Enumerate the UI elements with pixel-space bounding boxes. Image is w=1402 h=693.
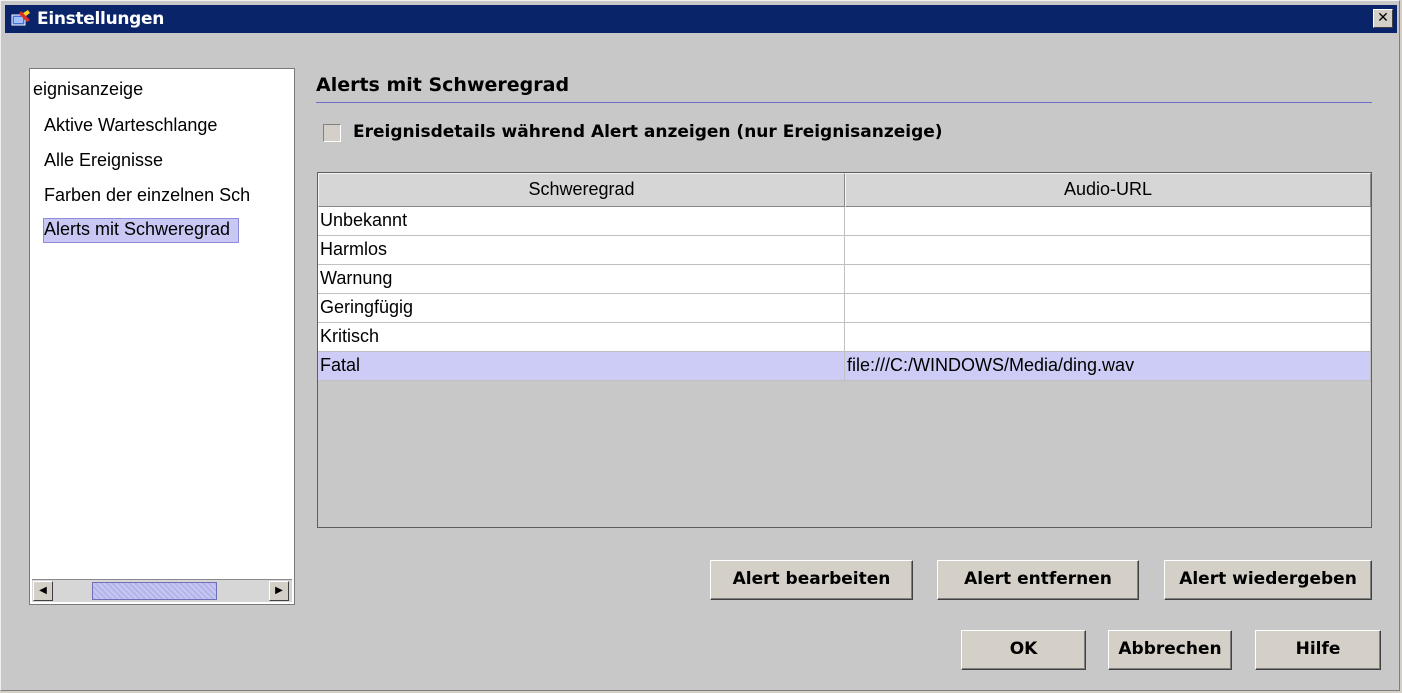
section-divider: [316, 102, 1372, 103]
table-row[interactable]: Harmlos: [318, 236, 1371, 265]
audio-url-cell: file:///C:/WINDOWS/Media/ding.wav: [845, 352, 1371, 381]
window-title: Einstellungen: [37, 9, 165, 29]
app-icon: [11, 10, 31, 28]
scroll-left-button[interactable]: ◀: [33, 581, 53, 601]
scroll-thumb[interactable]: [92, 582, 217, 600]
help-button[interactable]: Hilfe: [1255, 630, 1381, 670]
arrow-left-icon: ◀: [39, 585, 47, 596]
play-alert-button[interactable]: Alert wiedergeben: [1164, 560, 1372, 600]
column-header-severity[interactable]: Schweregrad: [318, 173, 845, 207]
severity-cell: Geringfügig: [318, 294, 845, 323]
column-header-audio-url[interactable]: Audio-URL: [845, 173, 1371, 207]
audio-url-cell: [845, 294, 1371, 323]
section-title: Alerts mit Schweregrad: [316, 74, 570, 96]
nav-root-item[interactable]: eignisanzeige: [33, 79, 143, 100]
table-row[interactable]: Unbekannt: [318, 207, 1371, 236]
settings-dialog: Einstellungen ✕ eignisanzeige Aktive War…: [0, 0, 1400, 691]
audio-url-cell: [845, 207, 1371, 236]
audio-url-cell: [845, 323, 1371, 352]
ok-button[interactable]: OK: [961, 630, 1086, 670]
nav-item-all-events[interactable]: Alle Ereignisse: [44, 150, 163, 171]
remove-alert-button[interactable]: Alert entfernen: [937, 560, 1139, 600]
severity-cell: Kritisch: [318, 323, 845, 352]
table-row[interactable]: Geringfügig: [318, 294, 1371, 323]
nav-item-colors[interactable]: Farben der einzelnen Sch: [44, 185, 250, 206]
audio-url-cell: [845, 265, 1371, 294]
show-details-checkbox[interactable]: [323, 124, 341, 142]
severity-cell: Unbekannt: [318, 207, 845, 236]
nav-item-active-queue[interactable]: Aktive Warteschlange: [44, 115, 217, 136]
settings-nav-tree[interactable]: eignisanzeige Aktive Warteschlange Alle …: [29, 68, 295, 605]
table-row-selected[interactable]: Fatal file:///C:/WINDOWS/Media/ding.wav: [318, 352, 1371, 381]
table-header: Schweregrad Audio-URL: [318, 173, 1371, 207]
audio-url-cell: [845, 236, 1371, 265]
title-bar[interactable]: Einstellungen ✕: [5, 5, 1397, 33]
nav-item-severity-alerts[interactable]: Alerts mit Schweregrad: [43, 218, 240, 243]
table-row[interactable]: Warnung: [318, 265, 1371, 294]
close-icon: ✕: [1377, 10, 1389, 26]
cancel-button[interactable]: Abbrechen: [1108, 630, 1232, 670]
severity-cell: Warnung: [318, 265, 845, 294]
table-row[interactable]: Kritisch: [318, 323, 1371, 352]
scroll-right-button[interactable]: ▶: [269, 581, 289, 601]
close-button[interactable]: ✕: [1373, 9, 1393, 28]
edit-alert-button[interactable]: Alert bearbeiten: [710, 560, 913, 600]
nav-horizontal-scrollbar[interactable]: ◀ ▶: [32, 579, 292, 602]
arrow-right-icon: ▶: [275, 585, 283, 596]
severity-cell: Harmlos: [318, 236, 845, 265]
severity-alert-table[interactable]: Schweregrad Audio-URL Unbekannt Harmlos …: [317, 172, 1372, 528]
severity-cell: Fatal: [318, 352, 845, 381]
show-details-label[interactable]: Ereignisdetails während Alert anzeigen (…: [353, 122, 943, 142]
